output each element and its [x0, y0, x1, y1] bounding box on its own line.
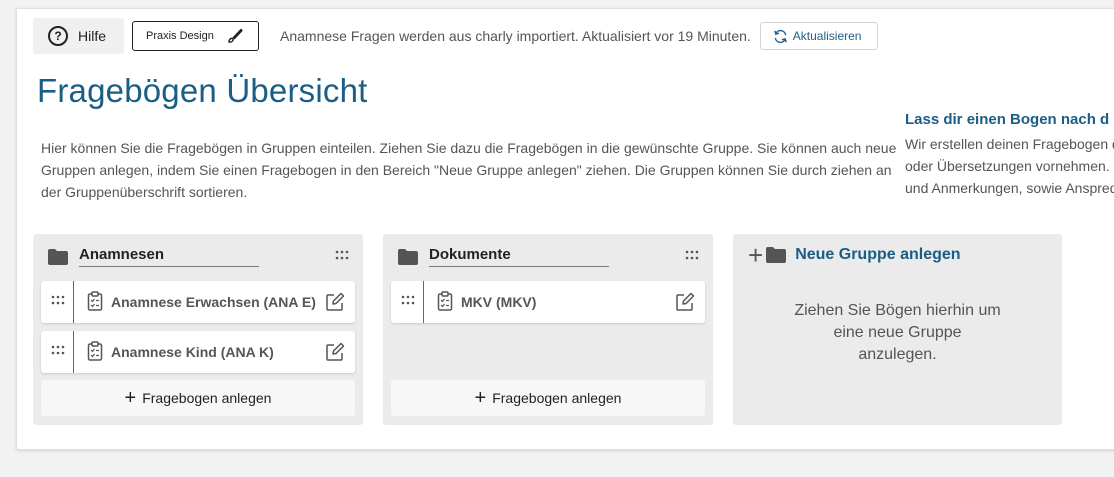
questionnaire-label: Anamnese Erwachsen (ANA E) — [111, 294, 316, 310]
group-header[interactable]: Anamnesen — [47, 246, 349, 270]
import-info-text: Anamnese Fragen werden aus charly import… — [280, 28, 751, 44]
page-title: Fragebögen Übersicht — [37, 72, 368, 109]
group-header[interactable]: Dokumente — [397, 246, 699, 270]
praxis-design-button[interactable]: Praxis Design — [132, 21, 259, 51]
clipboard-icon — [437, 291, 453, 311]
questionnaire-item[interactable]: Anamnese Erwachsen (ANA E) — [41, 281, 355, 323]
side-panel-line: oder Übersetzungen vornehmen. — [905, 158, 1110, 174]
group-anamnesen[interactable]: Anamnesen Anamnese Erwachsen (ANA E) Ana… — [33, 234, 363, 425]
help-button[interactable]: ? Hilfe — [33, 18, 124, 54]
drag-handle-icon[interactable] — [685, 250, 699, 260]
add-questionnaire-button[interactable]: + Fragebogen anlegen — [41, 380, 355, 416]
folder-icon — [48, 249, 68, 265]
drag-handle-icon[interactable] — [335, 250, 349, 260]
new-group-title: Neue Gruppe anlegen — [795, 246, 961, 263]
clipboard-icon — [87, 291, 103, 311]
drag-handle-icon[interactable] — [51, 295, 65, 305]
add-questionnaire-label: Fragebogen anlegen — [142, 390, 272, 406]
add-questionnaire-label: Fragebogen anlegen — [492, 390, 622, 406]
divider — [73, 281, 74, 323]
page-description: Hier können Sie die Fragebögen in Gruppe… — [41, 140, 897, 200]
refresh-button[interactable]: Aktualisieren — [759, 22, 878, 50]
questionnaire-label: MKV (MKV) — [461, 294, 537, 310]
refresh-label: Aktualisieren — [792, 29, 862, 43]
questionnaire-item[interactable]: MKV (MKV) — [391, 281, 705, 323]
refresh-icon — [773, 29, 787, 43]
edit-icon[interactable] — [325, 342, 345, 362]
edit-icon[interactable] — [325, 292, 345, 312]
group-name[interactable]: Dokumente — [429, 246, 609, 267]
folder-icon — [398, 249, 418, 265]
plus-icon: + — [474, 387, 487, 409]
plus-icon: + — [124, 387, 137, 409]
group-name[interactable]: Anamnesen — [79, 246, 259, 267]
new-group-header: + Neue Gruppe anlegen — [748, 242, 961, 268]
drag-handle-icon[interactable] — [51, 345, 65, 355]
divider — [73, 331, 74, 373]
side-panel-line: und Anmerkungen, sowie Anspred — [905, 180, 1114, 196]
add-questionnaire-button[interactable]: + Fragebogen anlegen — [391, 380, 705, 416]
question-icon: ? — [48, 26, 68, 46]
edit-icon[interactable] — [675, 292, 695, 312]
brush-icon — [228, 28, 243, 43]
drag-handle-icon[interactable] — [401, 295, 415, 305]
questionnaire-label: Anamnese Kind (ANA K) — [111, 344, 274, 360]
plus-icon: + — [748, 240, 764, 270]
side-panel-title[interactable]: Lass dir einen Bogen nach d — [905, 111, 1109, 128]
side-panel-text: Wir erstellen deinen Fragebogen d oder Ü… — [905, 133, 1114, 199]
new-group-dropzone[interactable]: + Neue Gruppe anlegen Ziehen Sie Bögen h… — [733, 234, 1062, 425]
questionnaire-item[interactable]: Anamnese Kind (ANA K) — [41, 331, 355, 373]
divider — [423, 281, 424, 323]
side-panel-line: Wir erstellen deinen Fragebogen d — [905, 136, 1114, 152]
toolbar: ? Hilfe Praxis Design Anamnese Fragen we… — [33, 18, 1114, 54]
design-label: Praxis Design — [146, 30, 214, 42]
group-dokumente[interactable]: Dokumente MKV (MKV) + Fragebogen anlegen — [383, 234, 713, 425]
help-label: Hilfe — [78, 28, 107, 44]
main-card: ? Hilfe Praxis Design Anamnese Fragen we… — [16, 8, 1114, 450]
clipboard-icon — [87, 341, 103, 361]
folder-icon — [766, 247, 787, 263]
new-group-hint: Ziehen Sie Bögen hierhin um eine neue Gr… — [794, 302, 1001, 363]
